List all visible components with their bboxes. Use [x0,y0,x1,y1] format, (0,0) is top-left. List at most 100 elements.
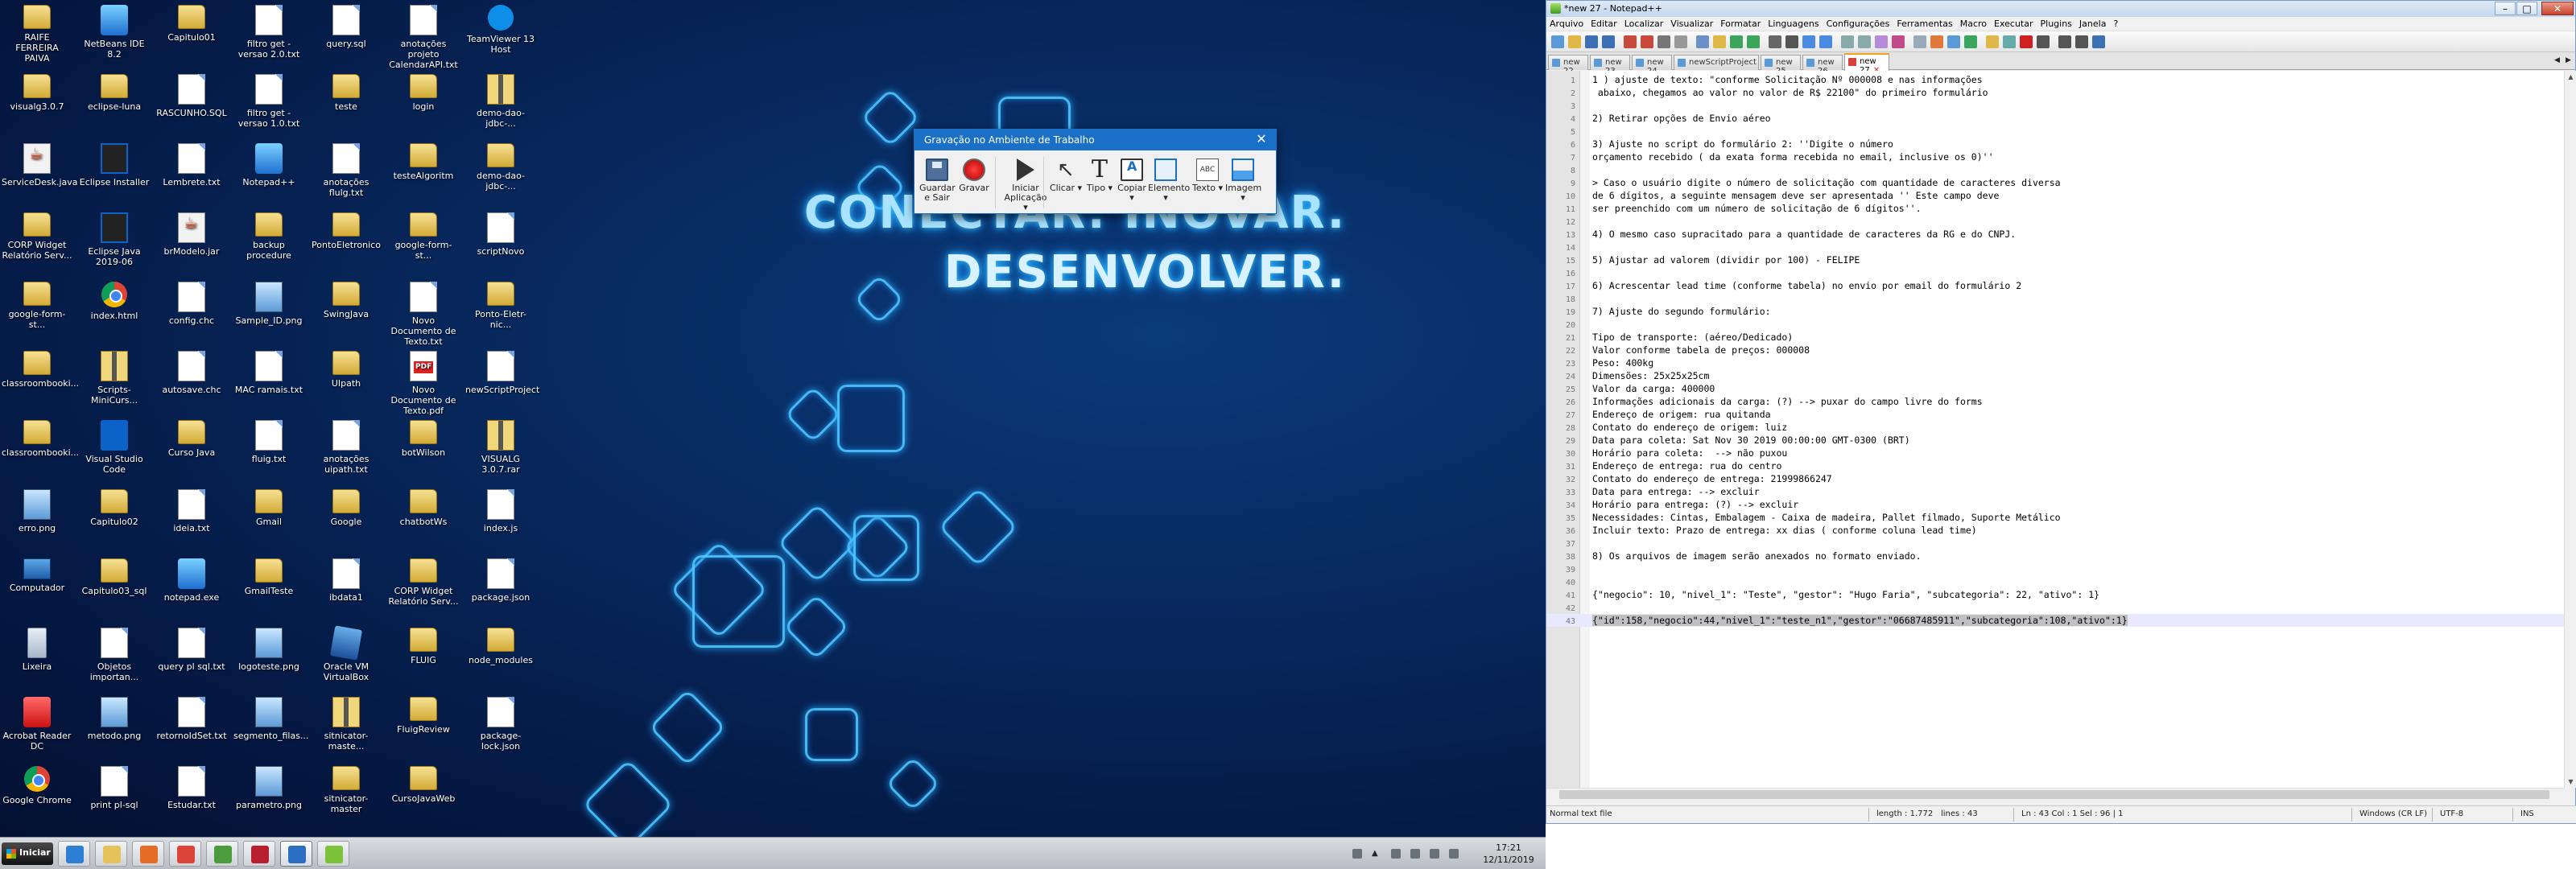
desktop-icon[interactable]: eclipse-luna [79,74,150,112]
volume-icon[interactable] [1430,849,1439,859]
desktop-icon[interactable]: sitnicator-maste... [311,697,382,752]
recorder-tool-type[interactable]: T Tipo ▾ [1082,158,1117,193]
desktop-icon[interactable]: botWilson [388,420,459,458]
code-line[interactable]: 27 Endereço de origem: rua quitanda [1546,408,2564,421]
find-icon[interactable] [1769,35,1781,48]
desktop-icon[interactable]: Novo Documento de Texto.txt [388,282,459,347]
desktop-icon[interactable]: ibdata1 [311,558,382,603]
taskbar-button[interactable] [169,841,201,867]
menu-item[interactable]: Arquivo [1550,19,1583,29]
desktop-icon[interactable]: Lixeira [2,628,72,672]
show-hidden-icons-icon[interactable]: ▲ [1372,849,1380,859]
menu-item[interactable]: Executar [1994,19,2033,29]
open-file-icon[interactable] [1568,35,1581,48]
desktop-icon[interactable]: backup procedure [233,212,304,261]
recorder-tool-image[interactable]: Imagem ▾ [1225,159,1261,203]
taskbar-button[interactable] [280,841,312,867]
code-line[interactable]: 15 5) Ajustar ad valorem (dividir por 100… [1546,253,2564,266]
desktop-icon[interactable]: Sample_ID.png [233,282,304,326]
desktop-icon[interactable]: Capitulo03_sql [79,558,150,596]
code-line[interactable]: 39 [1546,562,2564,575]
desktop-icon[interactable]: filtro get - versao 1.0.txt [233,74,304,129]
desktop-icon[interactable]: RAIFE FERREIRA PAIVA [2,5,72,64]
undo-icon[interactable] [1730,35,1743,48]
recorder-tool-copy[interactable]: Copiar ▾ [1114,159,1150,203]
show-all-chars-icon[interactable] [1892,35,1905,48]
desktop-icon[interactable]: visualg3.0.7 [2,74,72,112]
code-line[interactable]: 19 7) Ajuste do segundo formulário: [1546,305,2564,318]
code-line[interactable]: 22 Valor conforme tabela de preços: 00000… [1546,344,2564,356]
desktop-icon[interactable]: Ponto-Eletr-nic... [465,282,536,330]
maximize-button[interactable]: □ [2516,2,2537,15]
new-file-icon[interactable] [1551,35,1564,48]
desktop-icon[interactable]: demo-dao-jdbc-... [465,74,536,129]
close-button[interactable]: ✕ [2541,2,2574,15]
menu-item[interactable]: Localizar [1624,19,1664,29]
close-icon[interactable]: ✕ [1255,133,1268,146]
desktop-icon[interactable]: Estudar.txt [156,766,227,810]
menu-item[interactable]: Visualizar [1670,19,1713,29]
code-line[interactable]: 41 {"negocio": 10, "nivel_1": "Teste", "g… [1546,588,2564,601]
desktop-icon[interactable]: Gmail [233,489,304,527]
code-line[interactable]: 11 ) ajuste de texto: "conforme Solicita… [1546,73,2564,86]
network-icon[interactable] [1410,849,1420,859]
tab-scroll-right-icon[interactable]: ▶ [2563,56,2574,66]
sync-vertical-icon[interactable] [1841,35,1854,48]
tab-newscriptproject[interactable]: newScriptProject [1674,55,1759,70]
play-macro-icon[interactable] [2058,35,2071,48]
taskbar-button[interactable] [132,841,164,867]
desktop-icon[interactable]: classroombooki... [2,420,79,458]
redo-icon[interactable] [1747,35,1760,48]
indent-guide-icon[interactable] [1913,35,1926,48]
cut-icon[interactable] [1674,35,1687,48]
scroll-down-icon[interactable]: ▼ [2565,776,2576,788]
desktop-icon[interactable]: parametro.png [233,766,304,810]
code-line[interactable]: 23 Peso: 400kg [1546,356,2564,369]
desktop-icon[interactable]: chatbotWs [388,489,459,527]
keyboard-icon[interactable] [1391,849,1401,859]
editor[interactable]: 11 ) ajuste de texto: "conforme Solicita… [1546,71,2564,788]
desktop-icon[interactable]: anotações uipath.txt [311,420,382,475]
copy-icon[interactable] [1696,35,1709,48]
code-line[interactable]: 25 Valor da carga: 400000 [1546,382,2564,395]
desktop-icon[interactable]: Visual Studio Code [79,420,150,475]
desktop-icon[interactable]: google-form-st... [388,212,459,261]
desktop-icon[interactable]: Acrobat Reader DC [2,697,72,752]
desktop-icon[interactable]: sitnicator-master [311,766,382,814]
tab-new-25[interactable]: new 25 [1761,55,1801,76]
desktop-icon[interactable]: newScriptProject [465,351,539,395]
language-icon[interactable] [1930,35,1943,48]
menu-item[interactable]: ? [2113,19,2118,29]
desktop-icon[interactable]: Curso Java [156,420,227,458]
menu-item[interactable]: Macro [1960,19,1987,29]
tab-new-24[interactable]: new 24 [1632,55,1672,76]
menu-item[interactable]: Janela [2079,19,2107,29]
desktop-icon[interactable]: VISUALG 3.0.7.rar [465,420,536,475]
code-line[interactable]: 17 6) Acrescentar lead time (conforme tab… [1546,279,2564,292]
desktop-icon[interactable]: Notepad++ [233,143,304,187]
desktop-icon[interactable]: anotações projeto CalendarAPI.txt [388,5,459,70]
taskbar-button[interactable] [206,841,238,867]
monitor-icon[interactable] [2003,35,2016,48]
desktop-icon[interactable]: ideia.txt [156,489,227,533]
desktop-icon[interactable]: login [388,74,459,112]
code-line[interactable]: 7 orçamento recebido ( da exata forma rec… [1546,150,2564,163]
recorder-tool-record[interactable]: Gravar [956,159,992,193]
run-macro-icon[interactable] [2075,35,2088,48]
tab-new-26[interactable]: new 26 [1802,55,1843,76]
code-line[interactable]: 24 Dimensões: 25x25x25cm [1546,369,2564,382]
menu-item[interactable]: Plugins [2041,19,2072,29]
menu-item[interactable]: Configurações [1827,19,1890,29]
desktop-icon[interactable]: Capitulo02 [79,489,150,527]
desktop-icon[interactable]: filtro get - versao 2.0.txt [233,5,304,60]
desktop-icon[interactable]: UIpath [311,351,382,389]
code-line[interactable]: 16 [1546,266,2564,279]
desktop-icon[interactable]: index.js [465,489,536,533]
function-list-icon[interactable] [1964,35,1977,48]
desktop-icon[interactable]: TeamViewer 13 Host [465,5,536,55]
desktop-icon[interactable]: print pl-sql [79,766,150,810]
desktop-icon[interactable]: Eclipse Java 2019-06 [79,212,150,267]
desktop-icon[interactable]: Oracle VM VirtualBox [311,625,382,682]
desktop-icon[interactable]: query.sql [311,5,382,49]
tab-scroll-left-icon[interactable]: ◀ [2552,56,2562,66]
